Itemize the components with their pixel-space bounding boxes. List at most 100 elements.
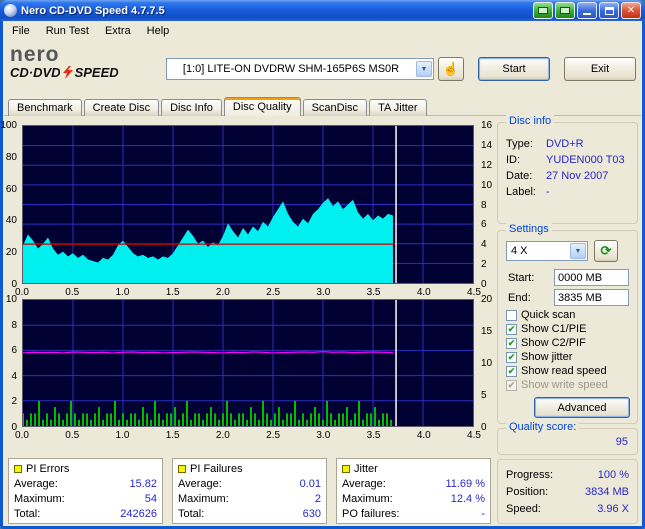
bottom-right-axis: 20 15 10 5 0: [478, 295, 494, 433]
progress-rows: Progress: 100 % Position: 3834 MB Speed: 3.96…: [498, 460, 637, 520]
tab-disc-quality[interactable]: Disc Quality: [223, 97, 301, 116]
nero-logo: nero CD·DVD SPEED: [10, 43, 162, 80]
axis-tick: 60: [5, 183, 17, 195]
drive-selector[interactable]: [1:0] LITE-ON DVDRW SHM-165P6S MS0R ▼: [166, 58, 434, 80]
axis-tick: 4: [481, 239, 487, 251]
tab-ta-jitter[interactable]: TA Jitter: [369, 99, 427, 116]
stat-row: Average: 15.82: [14, 477, 157, 490]
stat-row: Maximum: 54: [14, 492, 157, 505]
monitor-icon: [560, 7, 570, 14]
axis-tick: 8: [11, 319, 17, 331]
stat-panel-title: Jitter: [354, 462, 378, 475]
titlebar: Nero CD-DVD Speed 4.7.7.5 ✕: [0, 0, 645, 21]
checkbox-quick-scan[interactable]: Quick scan: [506, 308, 633, 322]
drive-selector-value: [1:0] LITE-ON DVDRW SHM-165P6S MS0R: [182, 63, 400, 75]
axis-tick: 3.5: [366, 430, 381, 441]
titlebar-buttons: ✕: [533, 2, 641, 19]
progress-group: Progress: 100 % Position: 3834 MB Speed: 3.96…: [497, 459, 638, 524]
axis-tick: 1.5: [165, 287, 180, 298]
close-button[interactable]: ✕: [621, 2, 641, 19]
menu-item-extra[interactable]: Extra: [97, 23, 139, 39]
stat-row: Maximum: 12.4 %: [342, 492, 485, 505]
axis-tick: 3.0: [316, 287, 331, 298]
axis-tick: 12: [481, 159, 493, 171]
titlebar-green-button-1[interactable]: [533, 2, 553, 19]
stat-row: Average: 11.69 %: [342, 477, 485, 490]
axis-tick: 20: [481, 294, 493, 305]
disc-info-row: Date: 27 Nov 2007: [506, 170, 609, 182]
checkbox-box[interactable]: ✔: [506, 337, 517, 349]
start-button[interactable]: Start: [478, 57, 550, 81]
axis-tick: 2.0: [215, 430, 230, 441]
axis-tick: 4.0: [416, 287, 431, 298]
chevron-down-icon[interactable]: ▼: [416, 61, 432, 77]
stat-row: Total: 242626: [14, 507, 157, 520]
checkbox-show-read-speed[interactable]: ✔ Show read speed: [506, 364, 633, 378]
menu-item-run-test[interactable]: Run Test: [38, 23, 97, 39]
titlebar-green-button-2[interactable]: [555, 2, 575, 19]
legend-swatch: [342, 464, 350, 473]
tab-scandisc[interactable]: ScanDisc: [302, 99, 368, 116]
checkbox-show-c1-pie[interactable]: ✔ Show C1/PIE: [506, 322, 633, 336]
checkbox-box[interactable]: ✔: [506, 379, 517, 391]
axis-tick: 4.5: [467, 430, 481, 441]
maximize-button[interactable]: [599, 2, 619, 19]
end-field[interactable]: 3835 MB: [554, 289, 629, 306]
exit-button[interactable]: Exit: [564, 57, 636, 81]
checkbox-show-write-speed[interactable]: ✔ Show write speed: [506, 378, 633, 392]
top-left-axis: 100 80 60 40 20 0: [0, 121, 20, 290]
settings-checkboxes: Quick scan ✔ Show C1/PIE ✔ Show C2/PIF ✔ Show …: [506, 308, 633, 392]
bottom-left-axis: 10 8 6 4 2 0: [0, 295, 20, 433]
start-field[interactable]: 0000 MB: [554, 269, 629, 286]
quality-score-group: Quality score: 95: [497, 421, 638, 455]
window-title: Nero CD-DVD Speed 4.7.7.5: [21, 4, 165, 17]
axis-tick: 3.0: [316, 430, 331, 441]
speed-selector[interactable]: 4 X ▼: [506, 241, 588, 261]
axis-tick: 2: [11, 396, 17, 408]
menu-bar: File Run Test Extra Help: [4, 21, 641, 40]
logo-text-nero: nero: [10, 43, 60, 66]
top-right-axis: 16 14 12 10 8 6 4 2 0: [478, 121, 494, 290]
axis-tick: 0.5: [65, 287, 80, 298]
disc-info-rows: Type: DVD+R ID: YUDEN000 T03 Date: 27 Nov 200…: [498, 123, 637, 200]
checkbox-box[interactable]: ✔: [506, 365, 517, 377]
axis-tick: 2.5: [266, 430, 281, 441]
axis-tick: 0: [481, 422, 487, 433]
hand-pointer-button[interactable]: ☝: [438, 57, 464, 81]
stat-row: PO failures: -: [342, 507, 485, 520]
settings-group: Settings 4 X ▼ ⟳ Start: 0000 MB End: 383…: [497, 223, 638, 424]
speed-selector-value: 4 X: [511, 245, 528, 257]
axis-tick: 8: [481, 199, 487, 211]
stat-row: Total: 630: [178, 507, 321, 520]
tab-create-disc[interactable]: Create Disc: [83, 99, 160, 116]
checkbox-box[interactable]: ✔: [506, 323, 517, 335]
axis-tick: 2: [481, 259, 487, 271]
axis-tick: 40: [5, 215, 17, 227]
flame-icon: [62, 66, 73, 79]
minimize-icon: [583, 13, 591, 15]
axis-tick: 10: [481, 179, 493, 191]
axis-tick: 0: [481, 279, 487, 290]
axis-tick: 0.5: [65, 430, 80, 441]
tab-disc-info[interactable]: Disc Info: [161, 99, 222, 116]
checkbox-box[interactable]: [506, 309, 517, 321]
checkbox-box[interactable]: ✔: [506, 351, 517, 363]
chevron-down-icon[interactable]: ▼: [570, 243, 586, 259]
menu-item-file[interactable]: File: [4, 23, 38, 39]
minimize-button[interactable]: [577, 2, 597, 19]
axis-tick: 3.5: [366, 287, 381, 298]
menu-item-help[interactable]: Help: [139, 23, 178, 39]
checkbox-show-jitter[interactable]: ✔ Show jitter: [506, 350, 633, 364]
settings-title: Settings: [506, 223, 552, 235]
refresh-button[interactable]: ⟳: [594, 240, 618, 262]
axis-tick: 15: [481, 326, 493, 337]
tab-benchmark[interactable]: Benchmark: [8, 99, 82, 116]
refresh-icon: ⟳: [600, 243, 612, 258]
checkbox-show-c2-pif[interactable]: ✔ Show C2/PIF: [506, 336, 633, 350]
axis-tick: 1.0: [115, 430, 130, 441]
advanced-button[interactable]: Advanced: [534, 397, 630, 418]
axis-tick: 4: [11, 370, 17, 382]
axis-tick: 100: [0, 120, 17, 131]
app-icon: [4, 4, 17, 17]
logo-text-cddvd: CD·DVD: [10, 65, 61, 80]
